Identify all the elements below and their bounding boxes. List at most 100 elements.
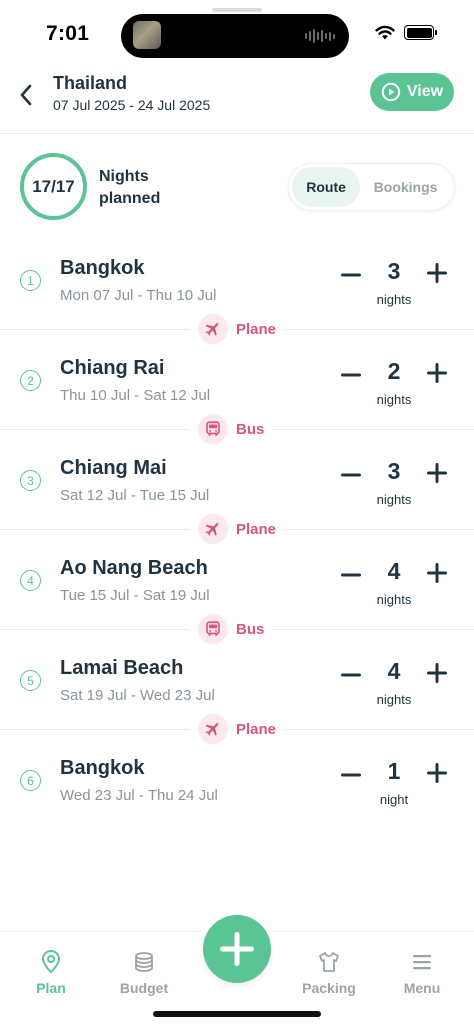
now-playing-thumbnail [133,21,161,49]
tab-menu[interactable]: Menu [382,950,462,996]
nights-label-line2: planned [99,190,161,207]
minus-icon [341,373,361,377]
minus-icon [341,473,361,477]
stop-dates: Thu 10 Jul - Sat 12 Jul [60,387,211,404]
nights-unit: nights [376,392,412,407]
nights-unit: nights [376,592,412,607]
nights-count: 1 [387,758,401,784]
tab-packing[interactable]: Packing [289,950,369,996]
minus-icon [341,673,361,677]
stop-name: Bangkok [60,257,145,279]
chevron-left-icon [20,84,32,106]
increase-nights-button[interactable] [424,760,450,786]
nights-count: 4 [387,658,401,684]
trip-title: Thailand [53,73,128,93]
increase-nights-button[interactable] [424,260,450,286]
transport-label: Plane [236,320,277,338]
tab-budget[interactable]: Budget [104,950,184,996]
stop-row[interactable]: 6 Bangkok Wed 23 Jul - Thu 24 Jul 1 nigh… [0,738,474,838]
stop-dates: Sat 12 Jul - Tue 15 Jul [60,487,210,504]
plus-icon [427,563,447,583]
increase-nights-button[interactable] [424,660,450,686]
nights-count: 2 [387,358,401,384]
stop-number-badge: 5 [20,670,41,691]
home-indicator [153,1011,321,1017]
route-bookings-toggle: Route Bookings [288,163,455,211]
nights-label-line1: Nights [99,168,149,185]
stop-number-badge: 6 [20,770,41,791]
shirt-icon [319,952,339,972]
stop-dates: Sat 19 Jul - Wed 23 Jul [60,687,215,704]
view-button-label: View [406,83,444,100]
decrease-nights-button[interactable] [338,762,364,788]
minus-icon [341,773,361,777]
tab-budget-label: Budget [119,980,169,996]
coins-icon [135,952,153,972]
plus-icon [427,363,447,383]
view-button[interactable]: View [370,73,454,111]
stop-number-badge: 2 [20,370,41,391]
decrease-nights-button[interactable] [338,562,364,588]
audio-wave-icon [305,28,335,44]
stop-dates: Wed 23 Jul - Thu 24 Jul [60,787,218,804]
map-pin-icon [41,950,61,974]
tab-plan-label: Plan [36,980,66,996]
nights-unit: night [379,792,409,807]
plus-icon [427,263,447,283]
minus-icon [341,273,361,277]
increase-nights-button[interactable] [424,360,450,386]
tab-packing-label: Packing [302,980,356,996]
status-icons [375,25,437,40]
transport-label: Plane [236,520,277,538]
stop-number-badge: 1 [20,270,41,291]
nights-count: 3 [387,458,401,484]
stop-name: Lamai Beach [60,657,184,679]
wifi-icon [375,25,395,40]
hamburger-menu-icon [413,955,431,970]
plus-icon [427,763,447,783]
nights-summary: 17/17 Nights planned Route Bookings [0,134,474,238]
stop-name: Chiang Rai [60,357,165,379]
decrease-nights-button[interactable] [338,362,364,388]
increase-nights-button[interactable] [424,460,450,486]
nights-unit: nights [376,292,412,307]
trip-dates: 07 Jul 2025 - 24 Jul 2025 [53,97,211,113]
status-time: 7:01 [46,22,90,45]
transport-label: Plane [236,720,277,738]
decrease-nights-button[interactable] [338,462,364,488]
route-stops-list: 1 Bangkok Mon 07 Jul - Thu 10 Jul 3 nigh… [0,238,474,838]
trip-header: Thailand 07 Jul 2025 - 24 Jul 2025 View [0,66,474,134]
battery-icon [404,25,437,40]
stop-dates: Tue 15 Jul - Sat 19 Jul [60,587,210,604]
transport-label: Bus [236,620,265,638]
tab-menu-label: Menu [403,980,441,996]
stop-name: Chiang Mai [60,457,167,479]
plus-icon [427,663,447,683]
decrease-nights-button[interactable] [338,662,364,688]
plus-icon [427,463,447,483]
stop-name: Bangkok [60,757,145,779]
stop-name: Ao Nang Beach [60,557,208,579]
decrease-nights-button[interactable] [338,262,364,288]
tab-route[interactable]: Route [292,167,361,207]
add-stop-button[interactable] [203,915,271,983]
nights-count: 3 [387,258,401,284]
nights-count: 4 [387,558,401,584]
nights-progress-ring: 17/17 [20,153,87,220]
back-button[interactable] [14,80,38,110]
top-grip [212,8,262,12]
play-circle-icon [381,82,401,102]
status-bar: 7:01 [0,0,474,70]
plus-icon [220,932,254,966]
stop-number-badge: 4 [20,570,41,591]
nights-unit: nights [376,492,412,507]
increase-nights-button[interactable] [424,560,450,586]
nights-planned-label: Nights planned [99,166,160,210]
tab-bookings[interactable]: Bookings [360,167,451,207]
dynamic-island [121,14,349,58]
minus-icon [341,573,361,577]
stop-dates: Mon 07 Jul - Thu 10 Jul [60,287,217,304]
stop-number-badge: 3 [20,470,41,491]
transport-label: Bus [236,420,265,438]
tab-plan[interactable]: Plan [11,950,91,996]
